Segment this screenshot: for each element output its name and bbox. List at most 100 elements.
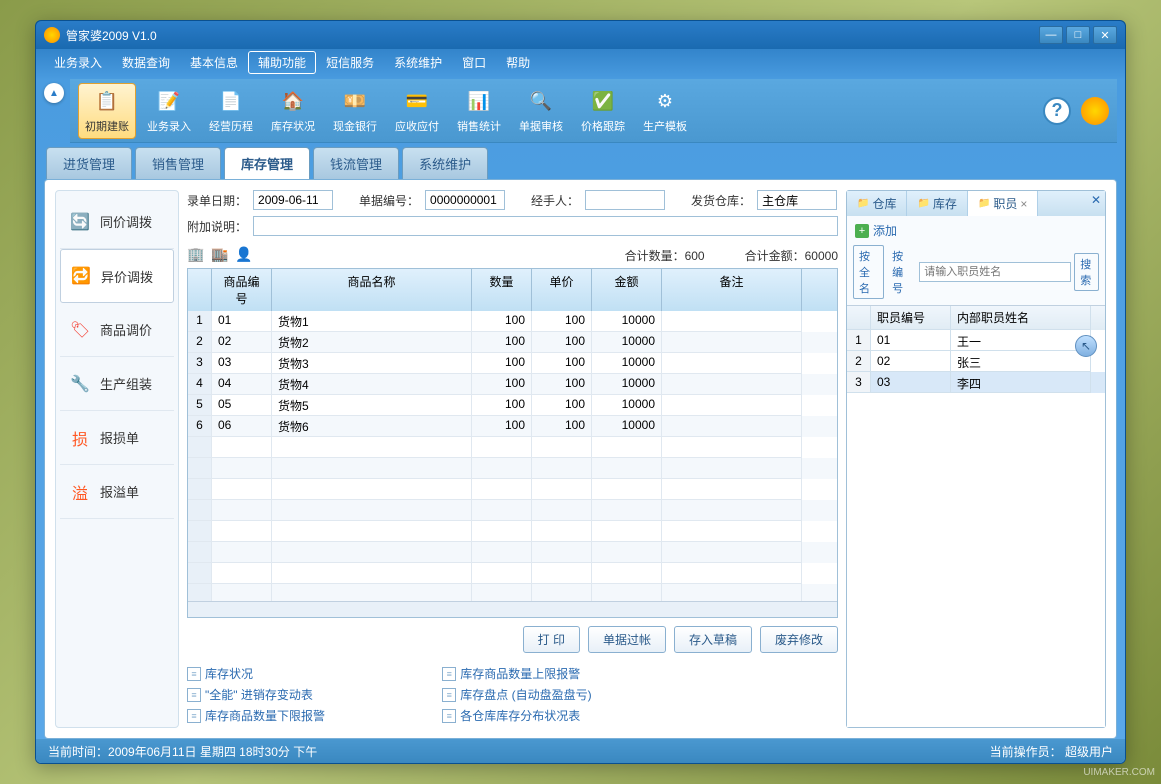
grid-cell[interactable] (662, 332, 802, 353)
right-table-row[interactable]: 101王一 (847, 330, 1105, 351)
grid-cell[interactable] (188, 542, 212, 563)
grid-cell[interactable] (212, 500, 272, 521)
grid-cell[interactable] (592, 437, 662, 458)
grid-cell[interactable] (212, 458, 272, 479)
grid-cell[interactable]: 100 (532, 416, 592, 437)
right-grid-cell[interactable]: 张三 (951, 351, 1091, 372)
toolbar-item-8[interactable]: ✅价格跟踪 (574, 83, 632, 139)
grid-cell[interactable]: 100 (472, 311, 532, 332)
grid-cell[interactable] (662, 311, 802, 332)
grid-cell[interactable] (592, 584, 662, 601)
sidebar-item-3[interactable]: 🔧生产组装 (60, 357, 174, 411)
right-tab-0[interactable]: 📁仓库 (847, 191, 907, 216)
grid-cell[interactable]: 货物6 (272, 416, 472, 437)
grid-cell[interactable]: 10000 (592, 353, 662, 374)
toolbar-item-5[interactable]: 💳应收应付 (388, 83, 446, 139)
grid-cell[interactable] (472, 542, 532, 563)
grid-cell[interactable]: 100 (532, 395, 592, 416)
grid-cell[interactable] (472, 521, 532, 542)
grid-cell[interactable]: 10000 (592, 374, 662, 395)
right-grid-col[interactable]: 内部职员姓名 (951, 306, 1091, 330)
grid-cell[interactable]: 10000 (592, 332, 662, 353)
close-button[interactable]: ✕ (1093, 26, 1117, 44)
menu-item-6[interactable]: 窗口 (452, 51, 496, 74)
help-icon[interactable]: ? (1043, 97, 1071, 125)
grid-body[interactable]: 101货物110010010000202货物210010010000303货物3… (188, 311, 837, 601)
menu-item-0[interactable]: 业务录入 (44, 51, 112, 74)
grid-cell[interactable]: 货物5 (272, 395, 472, 416)
grid-cell[interactable] (532, 458, 592, 479)
grid-col-5[interactable]: 金额 (592, 269, 662, 311)
grid-cell[interactable] (188, 521, 212, 542)
grid-cell[interactable] (532, 479, 592, 500)
grid-cell[interactable] (662, 584, 802, 601)
building2-icon[interactable]: 🏬 (211, 246, 229, 264)
building1-icon[interactable]: 🏢 (187, 246, 205, 264)
grid-cell[interactable]: 货物2 (272, 332, 472, 353)
quick-link-1[interactable]: ≡库存商品数量上限报警 (442, 665, 637, 682)
grid-cell[interactable] (592, 563, 662, 584)
handler-input[interactable] (585, 190, 665, 210)
right-grid-cell[interactable]: 王一 (951, 330, 1091, 351)
search-input[interactable] (919, 262, 1071, 282)
grid-col-6[interactable]: 备注 (662, 269, 802, 311)
toolbar-item-3[interactable]: 🏠库存状况 (264, 83, 322, 139)
titlebar[interactable]: 管家婆2009 V1.0 — □ ✕ (36, 21, 1125, 49)
right-grid-cell[interactable]: 03 (871, 372, 951, 393)
date-input[interactable] (253, 190, 333, 210)
toolbar-item-6[interactable]: 📊销售统计 (450, 83, 508, 139)
grid-cell[interactable]: 10000 (592, 311, 662, 332)
grid-cell[interactable]: 100 (472, 395, 532, 416)
table-row[interactable]: 202货物210010010000 (188, 332, 837, 353)
float-arrow-button[interactable]: ↖ (1075, 335, 1097, 357)
filter-by-name-button[interactable]: 按全名 (853, 245, 884, 299)
grid-cell[interactable] (592, 542, 662, 563)
action-button-1[interactable]: 单据过帐 (588, 626, 666, 653)
menu-item-2[interactable]: 基本信息 (180, 51, 248, 74)
right-tab-2[interactable]: 📁职员 × (968, 191, 1038, 216)
menu-item-4[interactable]: 短信服务 (316, 51, 384, 74)
table-row[interactable] (188, 458, 837, 479)
table-row[interactable]: 101货物110010010000 (188, 311, 837, 332)
grid-cell[interactable] (532, 500, 592, 521)
note-input[interactable] (253, 216, 838, 236)
grid-cell[interactable] (212, 479, 272, 500)
table-row[interactable] (188, 584, 837, 601)
grid-cell[interactable] (532, 563, 592, 584)
grid-col-0[interactable] (188, 269, 212, 311)
menu-item-3[interactable]: 辅助功能 (248, 51, 316, 74)
toolbar-item-1[interactable]: 📝业务录入 (140, 83, 198, 139)
grid-cell[interactable] (662, 521, 802, 542)
warehouse-input[interactable] (757, 190, 837, 210)
grid-col-2[interactable]: 商品名称 (272, 269, 472, 311)
grid-cell[interactable]: 03 (212, 353, 272, 374)
quick-link-0[interactable]: ≡库存状况 (187, 665, 382, 682)
grid-cell[interactable] (662, 416, 802, 437)
quick-link-5[interactable]: ≡各仓库库存分布状况表 (442, 707, 637, 724)
grid-cell[interactable] (532, 521, 592, 542)
grid-cell[interactable] (662, 374, 802, 395)
grid-cell[interactable]: 100 (532, 353, 592, 374)
toolbar-item-4[interactable]: 💴现金银行 (326, 83, 384, 139)
grid-cell[interactable]: 10000 (592, 395, 662, 416)
grid-cell[interactable] (272, 437, 472, 458)
grid-hscrollbar[interactable] (188, 601, 837, 617)
quick-link-3[interactable]: ≡库存盘点 (自动盘盈盘亏) (442, 686, 637, 703)
grid-cell[interactable]: 06 (212, 416, 272, 437)
right-grid[interactable]: 职员编号内部职员姓名 101王一202张三303李四 (847, 305, 1105, 727)
table-row[interactable] (188, 479, 837, 500)
right-grid-cell[interactable]: 李四 (951, 372, 1091, 393)
table-row[interactable] (188, 542, 837, 563)
table-row[interactable]: 505货物510010010000 (188, 395, 837, 416)
table-row[interactable] (188, 563, 837, 584)
main-tab-4[interactable]: 系统维护 (402, 147, 488, 179)
grid-cell[interactable] (532, 542, 592, 563)
grid-cell[interactable]: 100 (532, 311, 592, 332)
grid-cell[interactable] (592, 458, 662, 479)
toolbar-item-9[interactable]: ⚙生产模板 (636, 83, 694, 139)
main-tab-0[interactable]: 进货管理 (46, 147, 132, 179)
grid-cell[interactable] (472, 458, 532, 479)
grid-cell[interactable] (532, 437, 592, 458)
grid-cell[interactable]: 04 (212, 374, 272, 395)
table-row[interactable] (188, 500, 837, 521)
